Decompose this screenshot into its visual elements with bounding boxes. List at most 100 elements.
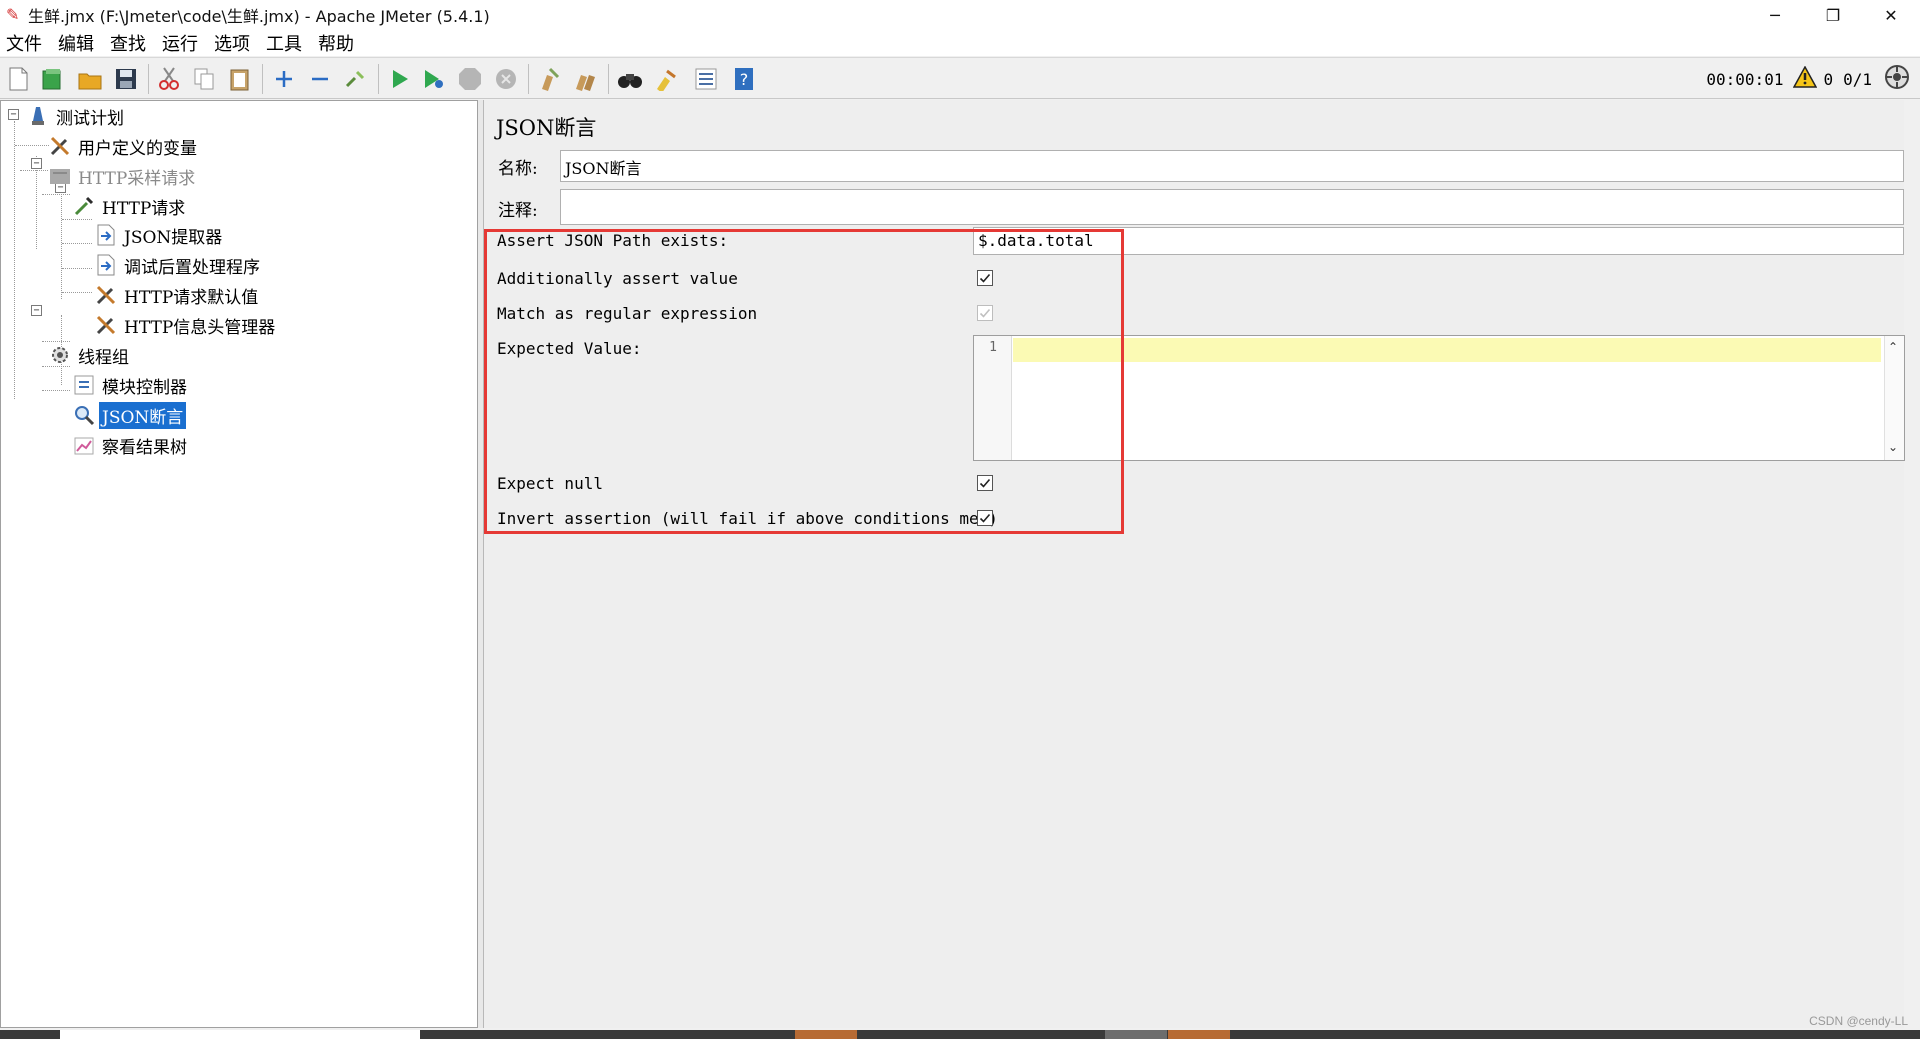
expect-null-checkbox[interactable] <box>977 475 993 491</box>
chart-icon <box>73 434 95 456</box>
expected-value-editor[interactable]: 1 ⌃ ⌄ <box>973 335 1905 461</box>
expand-icon[interactable] <box>270 65 298 93</box>
collapse-icon[interactable] <box>306 65 334 93</box>
tree-item-json-assertion[interactable]: JSON断言 <box>73 401 187 429</box>
additionally-assert-checkbox[interactable] <box>977 270 993 286</box>
elapsed-timer: 00:00:01 <box>1706 69 1784 89</box>
postprocessor-icon <box>95 254 117 276</box>
json-path-field[interactable]: $.data.total <box>973 227 1904 255</box>
line-number-gutter: 1 <box>974 336 1012 460</box>
tree-item-module-controller[interactable]: 模块控制器 <box>73 372 190 398</box>
wrench-icon <box>95 314 117 336</box>
taskbar-strip <box>0 1030 1920 1039</box>
editor-scrollbar[interactable]: ⌃ ⌄ <box>1884 336 1904 460</box>
new-icon[interactable] <box>4 65 32 93</box>
warning-icon[interactable] <box>1793 65 1818 92</box>
tree-item-http-request[interactable]: HTTP请求 <box>73 193 188 219</box>
menu-options[interactable]: 选项 <box>214 30 250 56</box>
open-icon[interactable] <box>76 65 104 93</box>
test-plan-tree[interactable]: − − − − 测试计划 用户定义的变量 HTTP采样请求 HTTP请求 JSO… <box>0 100 478 1028</box>
assert-json-path-label: Assert JSON Path exists: <box>497 231 729 250</box>
test-plan-icon <box>27 105 49 127</box>
menu-help[interactable]: 帮助 <box>318 30 354 56</box>
current-line-highlight[interactable] <box>1013 338 1881 362</box>
start-icon[interactable] <box>386 65 414 93</box>
tree-label: 察看结果树 <box>102 437 187 458</box>
module-controller-icon <box>73 374 95 396</box>
search-icon[interactable] <box>616 65 644 93</box>
toggle-icon[interactable] <box>342 65 370 93</box>
tree-item-results-tree[interactable]: 察看结果树 <box>73 432 190 458</box>
tree-item-header-manager[interactable]: HTTP信息头管理器 <box>95 312 278 338</box>
maximize-button[interactable]: ❐ <box>1804 0 1862 30</box>
tree-item-test-plan[interactable]: 测试计划 <box>27 103 127 129</box>
templates-icon[interactable] <box>38 65 66 93</box>
window-title: 生鲜.jmx (F:\Jmeter\code\生鲜.jmx) - Apache … <box>28 7 490 26</box>
menu-edit[interactable]: 编辑 <box>58 30 94 56</box>
warning-count: 0 <box>1823 69 1834 89</box>
match-regex-checkbox[interactable] <box>977 305 993 321</box>
expander-test-plan[interactable]: − <box>8 109 19 120</box>
jmeter-feather-icon: ✎ <box>6 5 20 24</box>
scroll-down-icon[interactable]: ⌄ <box>1888 440 1898 454</box>
close-button[interactable]: ✕ <box>1862 0 1920 30</box>
line-number: 1 <box>989 340 997 355</box>
name-field[interactable]: JSON断言 <box>560 150 1904 182</box>
minimize-button[interactable]: ─ <box>1746 0 1804 30</box>
additionally-assert-label: Additionally assert value <box>497 269 738 288</box>
reset-search-icon[interactable] <box>652 65 680 93</box>
wrench-icon <box>95 284 117 306</box>
shutdown-icon[interactable] <box>492 65 520 93</box>
tree-item-http-sampler[interactable]: HTTP采样请求 <box>49 163 198 189</box>
function-helper-icon[interactable] <box>692 65 720 93</box>
sampler-disabled-icon <box>49 165 71 187</box>
comment-field[interactable] <box>560 189 1904 225</box>
tree-label: 测试计划 <box>56 108 124 129</box>
pipette-icon <box>73 195 95 217</box>
save-icon[interactable] <box>112 65 140 93</box>
magnifier-icon <box>73 404 95 426</box>
window-controls: ─ ❐ ✕ <box>1746 0 1920 30</box>
tree-label: 用户定义的变量 <box>78 138 197 159</box>
paste-icon[interactable] <box>226 65 254 93</box>
menu-run[interactable]: 运行 <box>162 30 198 56</box>
tree-item-user-variables[interactable]: 用户定义的变量 <box>49 133 200 159</box>
tree-item-json-extractor[interactable]: JSON提取器 <box>95 222 225 248</box>
panel-title: JSON断言 <box>496 116 597 140</box>
tree-label: 调试后置处理程序 <box>124 257 260 278</box>
cut-icon[interactable] <box>155 65 183 93</box>
active-threads: 0/1 <box>1843 69 1872 89</box>
gear-icon <box>49 344 71 366</box>
invert-assertion-checkbox[interactable] <box>977 510 993 526</box>
tree-label: HTTP请求 <box>102 198 186 219</box>
clear-icon[interactable] <box>536 65 564 93</box>
tree-label: 模块控制器 <box>102 377 187 398</box>
scroll-up-icon[interactable]: ⌃ <box>1888 340 1898 354</box>
expander-thread-group[interactable]: − <box>31 305 42 316</box>
tree-item-debug-postprocessor[interactable]: 调试后置处理程序 <box>95 252 263 278</box>
json-assertion-panel: JSON断言 名称: JSON断言 注释: Assert JSON Path e… <box>484 100 1905 1028</box>
extractor-icon <box>95 224 117 246</box>
remote-status-icon <box>1884 64 1910 94</box>
menu-file[interactable]: 文件 <box>6 30 42 56</box>
menu-search[interactable]: 查找 <box>110 30 146 56</box>
clear-all-icon[interactable] <box>572 65 600 93</box>
expander-http-sampler[interactable]: − <box>31 158 42 169</box>
tree-label: JSON提取器 <box>124 227 223 248</box>
stop-icon[interactable] <box>456 65 484 93</box>
help-icon[interactable]: ? <box>730 65 758 93</box>
tree-label: HTTP信息头管理器 <box>124 317 276 338</box>
expected-value-label: Expected Value: <box>497 339 642 358</box>
start-no-pause-icon[interactable] <box>420 65 448 93</box>
wrench-icon <box>49 135 71 157</box>
tree-item-http-defaults[interactable]: HTTP请求默认值 <box>95 282 261 308</box>
tree-item-thread-group[interactable]: 线程组 <box>49 342 132 368</box>
copy-icon[interactable] <box>190 65 218 93</box>
tree-label: JSON断言 <box>99 401 187 429</box>
name-label: 名称: <box>498 159 538 179</box>
match-regex-label: Match as regular expression <box>497 304 758 323</box>
menu-bar: 文件 编辑 查找 运行 选项 工具 帮助 <box>0 30 1920 56</box>
svg-text:?: ? <box>740 70 749 89</box>
menu-tools[interactable]: 工具 <box>266 30 302 56</box>
run-status: 00:00:01 0 0/1 <box>1706 58 1910 100</box>
